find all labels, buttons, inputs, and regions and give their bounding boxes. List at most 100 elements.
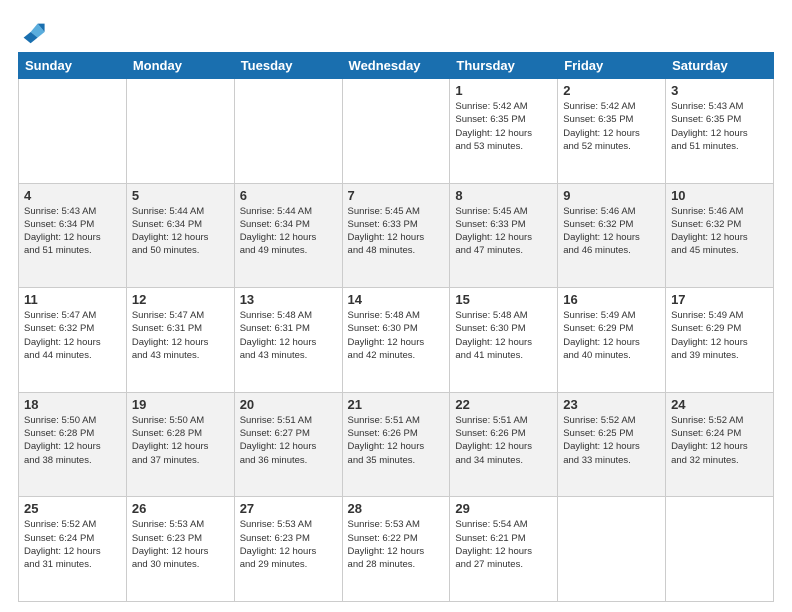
day-info: Sunrise: 5:49 AM Sunset: 6:29 PM Dayligh… bbox=[671, 309, 768, 362]
day-number: 19 bbox=[132, 397, 229, 412]
day-info: Sunrise: 5:51 AM Sunset: 6:27 PM Dayligh… bbox=[240, 414, 337, 467]
day-info: Sunrise: 5:47 AM Sunset: 6:31 PM Dayligh… bbox=[132, 309, 229, 362]
day-cell: 21 Sunrise: 5:51 AM Sunset: 6:26 PM Dayli… bbox=[342, 392, 450, 497]
day-cell bbox=[19, 79, 127, 184]
day-number: 10 bbox=[671, 188, 768, 203]
day-info: Sunrise: 5:50 AM Sunset: 6:28 PM Dayligh… bbox=[24, 414, 121, 467]
day-cell: 10 Sunrise: 5:46 AM Sunset: 6:32 PM Dayli… bbox=[666, 183, 774, 288]
weekday-header-wednesday: Wednesday bbox=[342, 53, 450, 79]
day-number: 3 bbox=[671, 83, 768, 98]
day-cell bbox=[666, 497, 774, 602]
day-number: 2 bbox=[563, 83, 660, 98]
day-number: 25 bbox=[24, 501, 121, 516]
day-cell: 6 Sunrise: 5:44 AM Sunset: 6:34 PM Daylig… bbox=[234, 183, 342, 288]
day-number: 29 bbox=[455, 501, 552, 516]
day-cell: 24Sunrise: 5:52 AM Sunset: 6:24 PM Dayli… bbox=[666, 392, 774, 497]
day-info: Sunrise: 5:48 AM Sunset: 6:30 PM Dayligh… bbox=[348, 309, 445, 362]
day-number: 17 bbox=[671, 292, 768, 307]
day-cell: 14 Sunrise: 5:48 AM Sunset: 6:30 PM Dayli… bbox=[342, 288, 450, 393]
day-info: Sunrise: 5:48 AM Sunset: 6:30 PM Dayligh… bbox=[455, 309, 552, 362]
day-number: 12 bbox=[132, 292, 229, 307]
day-cell bbox=[234, 79, 342, 184]
day-cell: 17 Sunrise: 5:49 AM Sunset: 6:29 PM Dayli… bbox=[666, 288, 774, 393]
week-row-5: 25Sunrise: 5:52 AM Sunset: 6:24 PM Dayli… bbox=[19, 497, 774, 602]
day-cell: 28 Sunrise: 5:53 AM Sunset: 6:22 PM Dayli… bbox=[342, 497, 450, 602]
day-number: 20 bbox=[240, 397, 337, 412]
day-info: Sunrise: 5:52 AM Sunset: 6:25 PM Dayligh… bbox=[563, 414, 660, 467]
weekday-header-sunday: Sunday bbox=[19, 53, 127, 79]
day-number: 5 bbox=[132, 188, 229, 203]
day-cell: 8 Sunrise: 5:45 AM Sunset: 6:33 PM Daylig… bbox=[450, 183, 558, 288]
day-cell: 2 Sunrise: 5:42 AM Sunset: 6:35 PM Daylig… bbox=[558, 79, 666, 184]
day-cell bbox=[558, 497, 666, 602]
logo bbox=[18, 18, 50, 46]
logo-icon bbox=[18, 18, 46, 46]
day-number: 21 bbox=[348, 397, 445, 412]
day-cell: 13 Sunrise: 5:48 AM Sunset: 6:31 PM Dayli… bbox=[234, 288, 342, 393]
day-cell: 15 Sunrise: 5:48 AM Sunset: 6:30 PM Dayli… bbox=[450, 288, 558, 393]
day-cell: 26 Sunrise: 5:53 AM Sunset: 6:23 PM Dayli… bbox=[126, 497, 234, 602]
weekday-header-row: SundayMondayTuesdayWednesdayThursdayFrid… bbox=[19, 53, 774, 79]
day-cell: 4 Sunrise: 5:43 AM Sunset: 6:34 PM Daylig… bbox=[19, 183, 127, 288]
day-info: Sunrise: 5:43 AM Sunset: 6:35 PM Dayligh… bbox=[671, 100, 768, 153]
day-cell: 19 Sunrise: 5:50 AM Sunset: 6:28 PM Dayli… bbox=[126, 392, 234, 497]
day-number: 18 bbox=[24, 397, 121, 412]
day-info: Sunrise: 5:42 AM Sunset: 6:35 PM Dayligh… bbox=[563, 100, 660, 153]
day-info: Sunrise: 5:46 AM Sunset: 6:32 PM Dayligh… bbox=[563, 205, 660, 258]
calendar-page: SundayMondayTuesdayWednesdayThursdayFrid… bbox=[0, 0, 792, 612]
day-number: 13 bbox=[240, 292, 337, 307]
day-cell: 18 Sunrise: 5:50 AM Sunset: 6:28 PM Dayli… bbox=[19, 392, 127, 497]
day-number: 26 bbox=[132, 501, 229, 516]
week-row-1: 1 Sunrise: 5:42 AM Sunset: 6:35 PM Daylig… bbox=[19, 79, 774, 184]
day-cell: 5 Sunrise: 5:44 AM Sunset: 6:34 PM Daylig… bbox=[126, 183, 234, 288]
day-number: 24 bbox=[671, 397, 768, 412]
day-info: Sunrise: 5:49 AM Sunset: 6:29 PM Dayligh… bbox=[563, 309, 660, 362]
day-cell: 1 Sunrise: 5:42 AM Sunset: 6:35 PM Daylig… bbox=[450, 79, 558, 184]
day-cell: 22Sunrise: 5:51 AM Sunset: 6:26 PM Dayli… bbox=[450, 392, 558, 497]
day-info: Sunrise: 5:53 AM Sunset: 6:23 PM Dayligh… bbox=[132, 518, 229, 571]
day-info: Sunrise: 5:54 AM Sunset: 6:21 PM Dayligh… bbox=[455, 518, 552, 571]
day-cell: 7 Sunrise: 5:45 AM Sunset: 6:33 PM Daylig… bbox=[342, 183, 450, 288]
day-cell: 9 Sunrise: 5:46 AM Sunset: 6:32 PM Daylig… bbox=[558, 183, 666, 288]
week-row-4: 18 Sunrise: 5:50 AM Sunset: 6:28 PM Dayli… bbox=[19, 392, 774, 497]
day-cell: 23Sunrise: 5:52 AM Sunset: 6:25 PM Dayli… bbox=[558, 392, 666, 497]
day-info: Sunrise: 5:50 AM Sunset: 6:28 PM Dayligh… bbox=[132, 414, 229, 467]
day-info: Sunrise: 5:44 AM Sunset: 6:34 PM Dayligh… bbox=[240, 205, 337, 258]
day-cell: 12 Sunrise: 5:47 AM Sunset: 6:31 PM Dayli… bbox=[126, 288, 234, 393]
day-number: 8 bbox=[455, 188, 552, 203]
day-info: Sunrise: 5:42 AM Sunset: 6:35 PM Dayligh… bbox=[455, 100, 552, 153]
day-number: 16 bbox=[563, 292, 660, 307]
day-info: Sunrise: 5:44 AM Sunset: 6:34 PM Dayligh… bbox=[132, 205, 229, 258]
day-number: 7 bbox=[348, 188, 445, 203]
day-number: 1 bbox=[455, 83, 552, 98]
day-number: 9 bbox=[563, 188, 660, 203]
day-number: 28 bbox=[348, 501, 445, 516]
day-number: 4 bbox=[24, 188, 121, 203]
day-number: 6 bbox=[240, 188, 337, 203]
day-info: Sunrise: 5:46 AM Sunset: 6:32 PM Dayligh… bbox=[671, 205, 768, 258]
day-number: 15 bbox=[455, 292, 552, 307]
day-number: 27 bbox=[240, 501, 337, 516]
day-cell: 29 Sunrise: 5:54 AM Sunset: 6:21 PM Dayli… bbox=[450, 497, 558, 602]
day-cell: 16 Sunrise: 5:49 AM Sunset: 6:29 PM Dayli… bbox=[558, 288, 666, 393]
day-cell: 20 Sunrise: 5:51 AM Sunset: 6:27 PM Dayli… bbox=[234, 392, 342, 497]
day-number: 11 bbox=[24, 292, 121, 307]
day-cell bbox=[126, 79, 234, 184]
day-cell bbox=[342, 79, 450, 184]
week-row-2: 4 Sunrise: 5:43 AM Sunset: 6:34 PM Daylig… bbox=[19, 183, 774, 288]
day-info: Sunrise: 5:51 AM Sunset: 6:26 PM Dayligh… bbox=[348, 414, 445, 467]
day-info: Sunrise: 5:48 AM Sunset: 6:31 PM Dayligh… bbox=[240, 309, 337, 362]
day-number: 14 bbox=[348, 292, 445, 307]
day-info: Sunrise: 5:47 AM Sunset: 6:32 PM Dayligh… bbox=[24, 309, 121, 362]
day-info: Sunrise: 5:53 AM Sunset: 6:22 PM Dayligh… bbox=[348, 518, 445, 571]
day-number: 22 bbox=[455, 397, 552, 412]
calendar-table: SundayMondayTuesdayWednesdayThursdayFrid… bbox=[18, 52, 774, 602]
day-info: Sunrise: 5:45 AM Sunset: 6:33 PM Dayligh… bbox=[455, 205, 552, 258]
day-cell: 11 Sunrise: 5:47 AM Sunset: 6:32 PM Dayli… bbox=[19, 288, 127, 393]
day-info: Sunrise: 5:53 AM Sunset: 6:23 PM Dayligh… bbox=[240, 518, 337, 571]
weekday-header-friday: Friday bbox=[558, 53, 666, 79]
day-info: Sunrise: 5:43 AM Sunset: 6:34 PM Dayligh… bbox=[24, 205, 121, 258]
day-info: Sunrise: 5:45 AM Sunset: 6:33 PM Dayligh… bbox=[348, 205, 445, 258]
day-cell: 25Sunrise: 5:52 AM Sunset: 6:24 PM Dayli… bbox=[19, 497, 127, 602]
header bbox=[18, 18, 774, 46]
